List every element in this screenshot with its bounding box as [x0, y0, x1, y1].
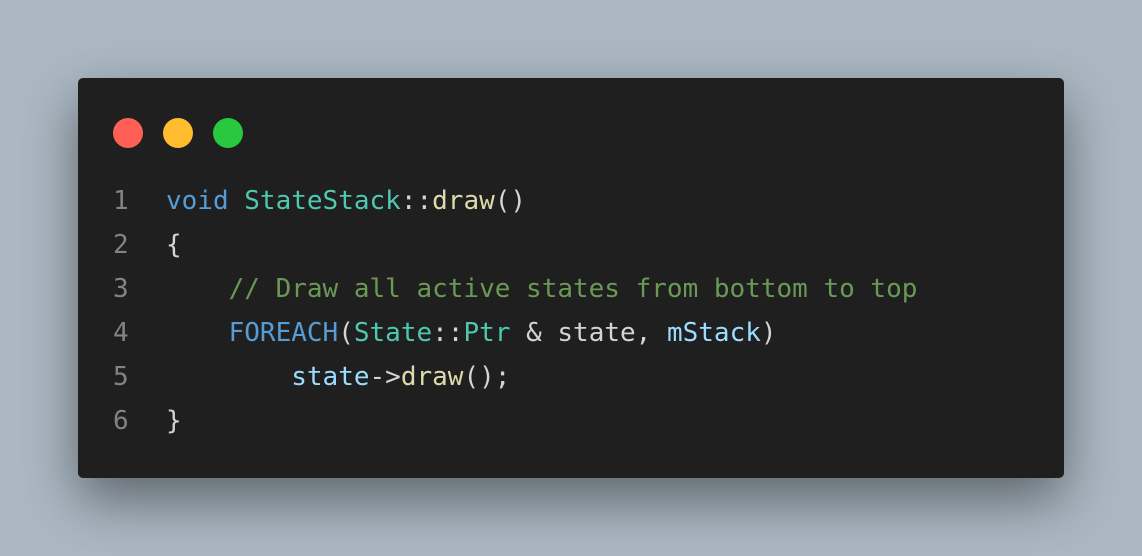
code-line: 4 FOREACH(State::Ptr & state, mStack)	[78, 311, 1064, 355]
token-func: draw	[432, 186, 495, 216]
code-line: 6}	[78, 399, 1064, 443]
code-line: 5 state->draw();	[78, 355, 1064, 399]
token-plain: ::	[400, 186, 433, 216]
token-plain: ();	[463, 362, 511, 392]
code-block: 1 void StateStack::draw() 2{3 // Draw all …	[78, 179, 1064, 443]
token-comment: // Draw all active states from bottom to…	[228, 274, 918, 304]
line-code: state->draw();	[166, 355, 510, 399]
line-code: {	[166, 223, 182, 267]
token-type: State	[353, 318, 433, 348]
minimize-button[interactable]	[163, 118, 193, 148]
token-type: Ptr	[463, 318, 511, 348]
line-code: FOREACH(State::Ptr & state, mStack)	[166, 311, 777, 355]
token-plain: }	[166, 406, 182, 436]
token-keyword: FOREACH	[228, 318, 339, 348]
token-var: state	[291, 362, 370, 392]
token-plain: (	[338, 318, 354, 348]
line-code: }	[166, 399, 182, 443]
code-line: 2{	[78, 223, 1064, 267]
line-number: 6	[113, 406, 129, 436]
line-code: // Draw all active states from bottom to…	[166, 267, 918, 311]
code-line: 1 void StateStack::draw()	[78, 179, 1064, 223]
token-type: StateStack	[244, 186, 401, 216]
token-plain: ::	[432, 318, 464, 348]
window-controls	[113, 118, 243, 148]
token-var: mStack	[666, 318, 761, 348]
token-plain: ()	[494, 186, 527, 216]
token-plain: {	[166, 230, 182, 260]
line-number: 2	[113, 230, 129, 260]
maximize-button[interactable]	[213, 118, 243, 148]
code-line: 3 // Draw all active states from bottom …	[78, 267, 1064, 311]
token-plain: ->	[369, 362, 401, 392]
line-number: 4	[113, 318, 129, 348]
token-keyword: void	[166, 186, 229, 216]
line-code: void StateStack::draw()	[166, 179, 526, 223]
token-plain: )	[760, 318, 777, 348]
close-button[interactable]	[113, 118, 143, 148]
line-number: 5	[113, 362, 129, 392]
line-number: 3	[113, 274, 129, 304]
token-func: draw	[400, 362, 464, 392]
line-number: 1	[113, 186, 129, 216]
token-plain: & state,	[510, 318, 667, 348]
code-window: 1 void StateStack::draw() 2{3 // Draw all …	[78, 78, 1064, 478]
